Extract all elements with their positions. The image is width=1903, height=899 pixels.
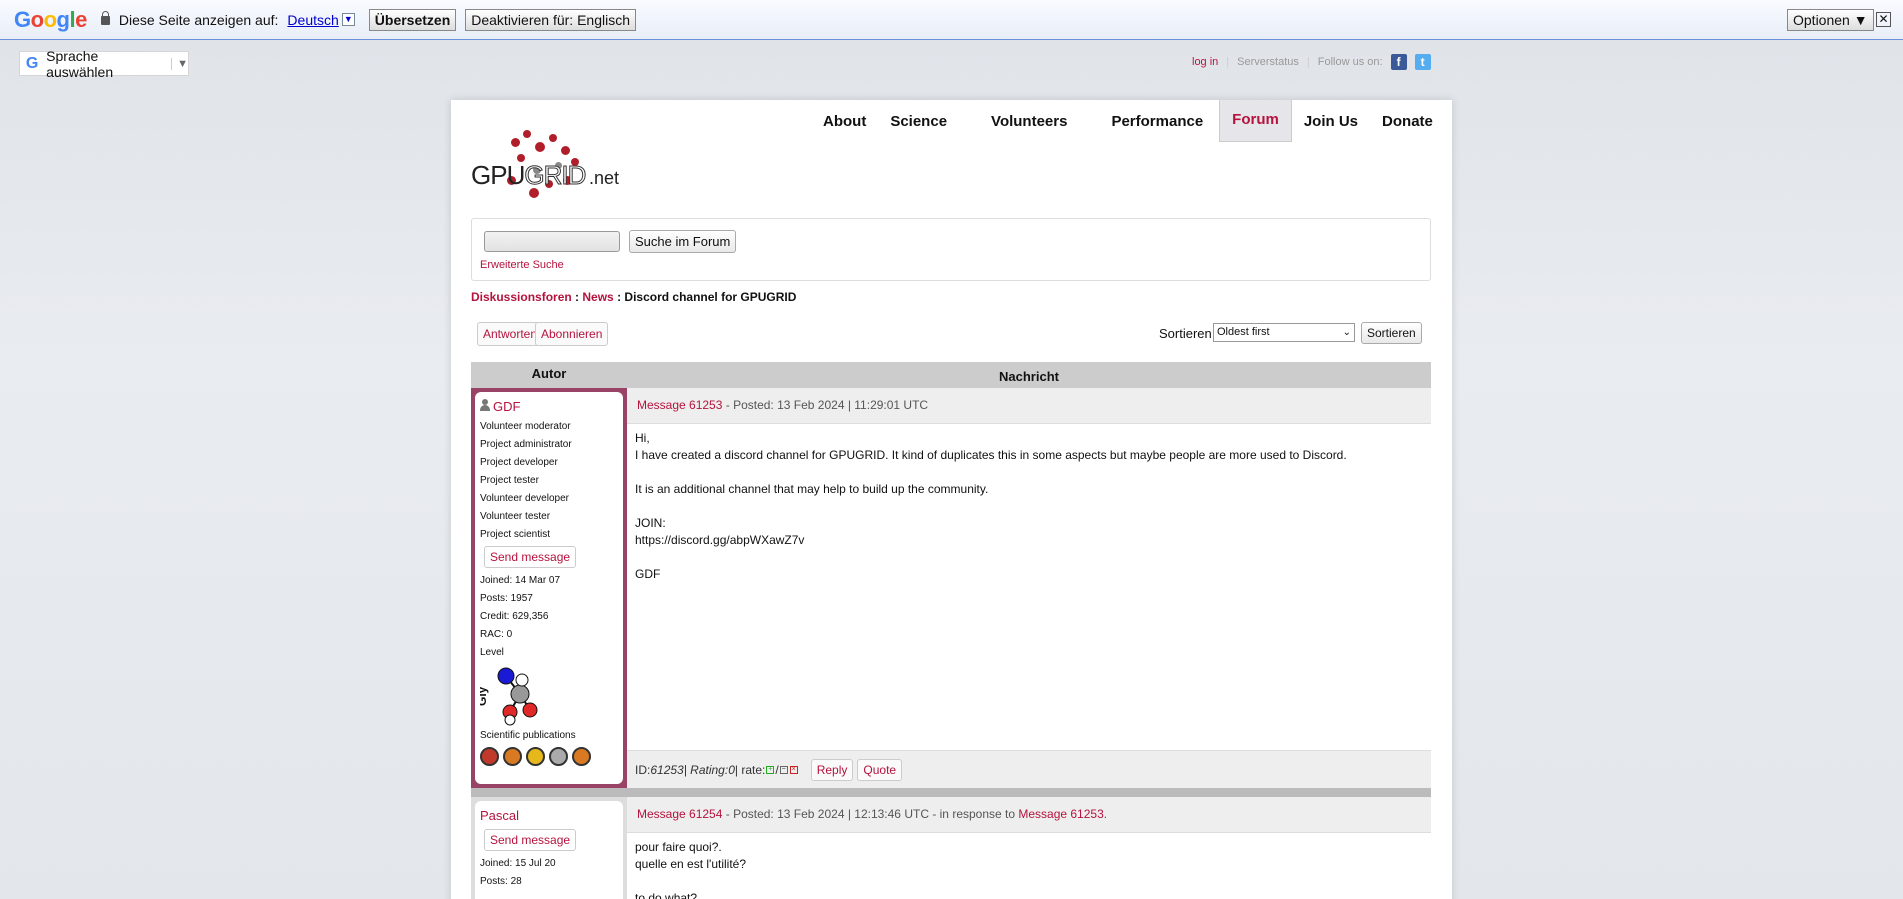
posted-time: - Posted: 13 Feb 2024 | 11:29:01 UTC [722,398,929,412]
search-input[interactable] [484,231,620,252]
serverstatus-link[interactable]: Serverstatus [1237,56,1299,68]
rate-down-icon[interactable]: − [779,765,788,774]
author-name[interactable]: Pascal [480,808,519,823]
main-nav: About Science Volunteers Performance For… [811,100,1445,142]
reply-thread-button[interactable]: Antworten [477,322,544,346]
translate-bar: Google Diese Seite anzeigen auf: Deutsch… [0,0,1903,40]
publication-badge-icon [549,747,568,766]
reply-button[interactable]: Reply [810,758,854,781]
publication-badge-icon [572,747,591,766]
google-g-icon: G [25,55,39,72]
language-selector-label: Sprache auswählen [46,47,114,80]
publication-badge-icon [526,747,545,766]
translate-prompt: Diese Seite anzeigen auf: [118,11,279,28]
report-icon[interactable]: × [789,765,798,774]
author-name[interactable]: GDF [493,399,520,414]
google-logo: Google [14,6,87,32]
send-message-button[interactable]: Send message [484,546,577,568]
nav-join-us[interactable]: Join Us [1292,100,1370,142]
svg-text:Gly: Gly [480,686,489,706]
author-role: Project developer [480,457,558,468]
post-divider [471,788,1431,797]
author-rac: RAC: 0 [480,629,513,640]
publications-label: Scientific publications [480,730,576,741]
follow-label: Follow us on: [1317,56,1383,68]
author-level: Level [480,647,504,658]
message-footer: ID: 61253 | Rating: 0 | rate: + / − × Reply… [627,750,1431,788]
author-role: Volunteer tester [480,511,551,522]
author-role: Project administrator [480,439,572,450]
table-header: Autor Nachricht [471,362,1431,388]
twitter-icon[interactable]: t [1414,54,1431,70]
publication-badges [480,747,618,766]
logo-net: .net [589,168,620,188]
login-link[interactable]: log in [1192,56,1218,68]
breadcrumb-forum[interactable]: News [582,290,613,304]
posted-time: - Posted: 13 Feb 2024 | 12:13:46 UTC - i… [722,807,1019,821]
forum-search: Suche im Forum Erweiterte Suche [471,218,1431,281]
breadcrumb: Diskussionsforen : News : Discord channe… [471,290,797,304]
post-id: 61253 [650,762,684,777]
language-selector[interactable]: G Sprache auswählen ▼ [19,48,189,80]
advanced-search-link[interactable]: Erweiterte Suche [480,259,564,271]
quote-button[interactable]: Quote [857,758,903,781]
facebook-icon[interactable]: f [1390,54,1407,70]
message-header-bar: Message 61253 - Posted: 13 Feb 2024 | 11… [627,388,1431,424]
sort-select[interactable]: Oldest first ⌄ [1213,323,1355,342]
lock-icon [100,11,110,25]
breadcrumb-thread: Discord channel for GPUGRID [624,290,797,304]
nav-forum[interactable]: Forum [1219,100,1292,142]
author-joined: Joined: 15 Jul 20 [480,858,556,869]
user-icon [480,399,490,411]
language-dropdown-icon[interactable]: ▼ [341,13,355,26]
subscribe-button[interactable]: Abonnieren [535,322,609,346]
level-badge-icon: Gly [475,662,618,727]
author-role: Project scientist [480,529,551,540]
author-header: Autor [531,366,567,381]
message-header: Nachricht [999,369,1059,384]
author-posts: Posts: 28 [480,876,522,887]
disable-translation-button[interactable]: Deaktivieren für: Englisch [465,8,636,31]
author-role: Volunteer moderator [480,421,571,432]
rate-up-icon[interactable]: + [766,765,775,774]
send-message-button[interactable]: Send message [484,829,577,851]
message-body: pour faire quoi?. quelle en est l'utilit… [627,833,1431,899]
post-author-card: Pascal Send message Joined: 15 Jul 20 Po… [471,797,627,899]
search-button[interactable]: Suche im Forum [629,230,737,253]
forum-post: GDF Volunteer moderator Project administ… [471,388,1431,788]
message-link[interactable]: Message 61254 [637,807,722,821]
sort-button[interactable]: Sortieren [1361,322,1422,344]
breadcrumb-root[interactable]: Diskussionsforen [471,290,572,304]
publication-badge-icon [480,747,499,766]
author-credit: Credit: 629,356 [480,611,549,622]
author-posts: Posts: 1957 [480,593,533,604]
gpugrid-logo[interactable]: GPUGRID .net [471,118,621,200]
nav-volunteers[interactable]: Volunteers [979,100,1099,142]
forum-post: Pascal Send message Joined: 15 Jul 20 Po… [471,797,1431,899]
post-rating: 0 [728,762,735,777]
author-joined: Joined: 14 Mar 07 [480,575,561,586]
chevron-down-icon: ⌄ [1342,327,1351,338]
message-body: Hi, I have created a discord channel for… [627,424,1431,750]
translate-button[interactable]: Übersetzen [368,8,457,31]
nav-science[interactable]: Science [878,100,979,142]
in-response-link[interactable]: Message 61253 [1018,807,1103,821]
nav-performance[interactable]: Performance [1099,100,1219,142]
logo-text: GPUGRID [471,160,587,191]
top-links: log in | Serverstatus | Follow us on: f … [1192,54,1431,70]
author-role: Project tester [480,475,539,486]
sort-label: Sortieren [1159,326,1212,341]
post-author-card: GDF Volunteer moderator Project administ… [471,388,627,788]
publication-badge-icon [503,747,522,766]
nav-about[interactable]: About [811,100,878,142]
options-button[interactable]: Optionen ▼ [1787,9,1874,31]
main-panel: GPUGRID .net About Science Volunteers Pe… [451,100,1452,899]
translate-language-link[interactable]: Deutsch [287,12,338,28]
message-link[interactable]: Message 61253 [637,398,722,412]
message-header-bar: Message 61254 - Posted: 13 Feb 2024 | 12… [627,797,1431,833]
close-icon[interactable]: ✕ [1876,12,1891,27]
author-role: Volunteer developer [480,493,569,504]
nav-donate[interactable]: Donate [1370,100,1445,142]
chevron-down-icon: ▼ [171,57,188,70]
